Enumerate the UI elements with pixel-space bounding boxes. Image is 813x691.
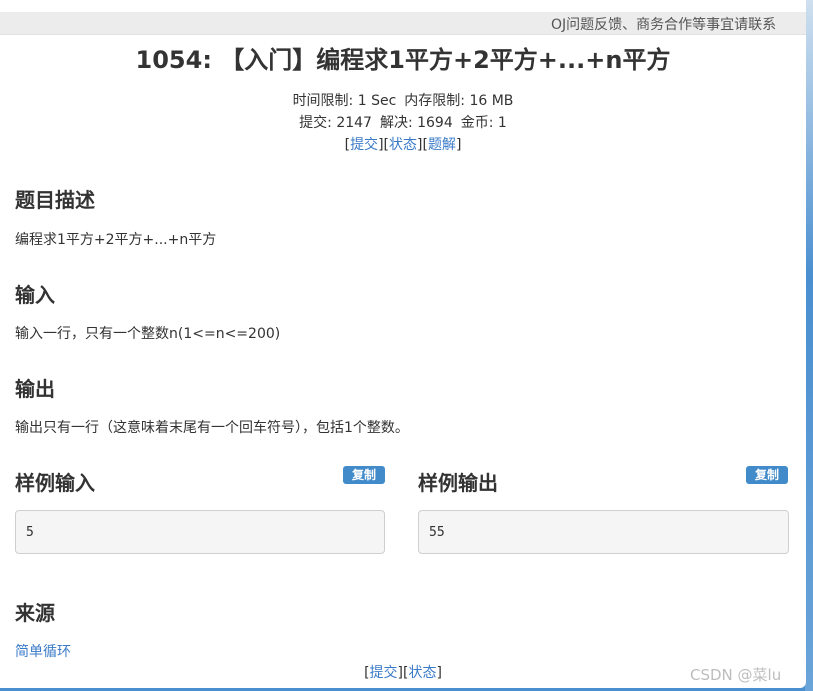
copy-sample-input-button[interactable]: 复制	[343, 466, 385, 484]
problem-title: 1054: 【入门】编程求1平方+2平方+...+n平方	[135, 46, 671, 74]
sample-output-heading: 样例输出	[418, 471, 498, 495]
output-text: 输出只有一行（这意味着末尾有一个回车符号），包括1个整数。	[15, 420, 409, 436]
limits-line: 时间限制: 1 Sec 内存限制: 16 MB	[0, 90, 806, 110]
solved-count: 解决: 1694	[379, 115, 453, 131]
window-edge	[805, 0, 813, 691]
status-link[interactable]: 状态	[389, 137, 417, 153]
sample-input-box: 5	[15, 510, 385, 554]
notice-banner: OJ问题反馈、商务合作等事宜请联系	[0, 12, 806, 35]
memory-limit: 内存限制: 16 MB	[404, 93, 514, 109]
bottom-submit-link[interactable]: 提交	[370, 665, 398, 681]
source-link[interactable]: 简单循环	[15, 641, 71, 661]
copy-sample-output-button[interactable]: 复制	[746, 466, 788, 484]
notice-text: OJ问题反馈、商务合作等事宜请联系	[551, 17, 777, 33]
input-heading: 输入	[15, 283, 55, 307]
description-heading: 题目描述	[15, 188, 95, 212]
top-links: [提交][状态][题解]	[344, 137, 462, 153]
sample-output-box: 55	[418, 510, 789, 554]
input-text: 输入一行，只有一个整数n(1<=n<=200)	[15, 326, 281, 342]
problem-page: OJ问题反馈、商务合作等事宜请联系 1054: 【入门】编程求1平方+2平方+.…	[0, 0, 806, 688]
source-heading: 来源	[15, 601, 55, 625]
stats-line: 提交: 2147 解决: 1694 金币: 1	[0, 112, 806, 132]
solution-link[interactable]: 题解	[428, 137, 456, 153]
submission-count: 提交: 2147	[299, 115, 372, 131]
coin-count: 金币: 1	[460, 115, 507, 131]
csdn-watermark: CSDN @菜lu	[690, 666, 782, 684]
bottom-links: [提交][状态]	[364, 665, 442, 681]
sample-input-heading: 样例输入	[15, 471, 95, 495]
description-text: 编程求1平方+2平方+...+n平方	[15, 232, 217, 248]
submit-link[interactable]: 提交	[350, 137, 378, 153]
output-heading: 输出	[15, 377, 55, 401]
time-limit: 时间限制: 1 Sec	[292, 93, 397, 109]
bottom-status-link[interactable]: 状态	[408, 665, 436, 681]
